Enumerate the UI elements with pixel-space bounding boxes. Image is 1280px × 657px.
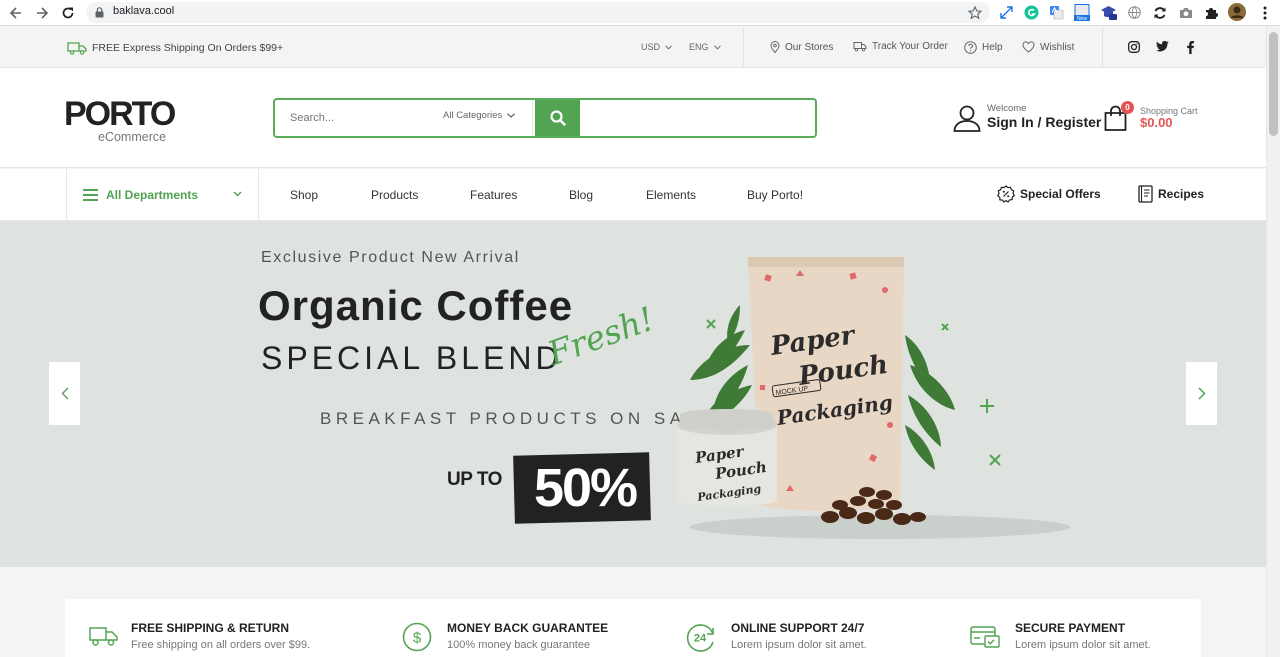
logo[interactable]: PORTO — [64, 96, 176, 132]
truck-icon — [853, 41, 867, 52]
feature-subtitle: 100% money back guarantee — [447, 639, 591, 651]
expand-icon[interactable] — [998, 4, 1015, 21]
feature-title: FREE SHIPPING & RETURN — [131, 621, 290, 635]
welcome-label: Welcome — [987, 103, 1027, 114]
chevron-down-icon — [665, 44, 672, 50]
facebook-icon[interactable] — [1187, 41, 1194, 54]
help-link[interactable]: Help — [964, 41, 1003, 54]
wishlist-link[interactable]: Wishlist — [1022, 41, 1074, 53]
recipe-book-icon — [1138, 185, 1153, 203]
recipes-label: Recipes — [1158, 187, 1205, 201]
nav-link-products[interactable]: Products — [371, 188, 418, 202]
svg-text:$: $ — [413, 630, 422, 647]
hero-product-image: Paper Pouch MOCK UP Packaging Paper Pouc… — [660, 245, 1100, 545]
search-input[interactable] — [290, 109, 430, 127]
all-departments-toggle[interactable]: All Departments — [66, 169, 259, 221]
feature-title: SECURE PAYMENT — [1015, 621, 1126, 635]
search-form: All Categories — [273, 98, 817, 138]
heart-icon — [1022, 41, 1035, 53]
bookmark-star-icon[interactable] — [966, 4, 983, 21]
topbar-divider — [743, 27, 744, 68]
twitter-icon[interactable] — [1156, 41, 1169, 52]
nav-link-blog[interactable]: Blog — [569, 188, 593, 202]
forward-icon[interactable] — [32, 3, 52, 23]
language-value: ENG — [689, 42, 709, 52]
feature-subtitle: Free shipping on all orders over $99. — [131, 639, 311, 651]
url-text: baklava.cool — [113, 5, 175, 17]
svg-text:24: 24 — [694, 633, 707, 645]
lock-icon — [95, 7, 104, 18]
help-icon — [964, 41, 977, 54]
all-departments-label: All Departments — [106, 188, 199, 202]
globe-icon[interactable] — [1126, 4, 1143, 21]
hero-subtitle: SPECIAL BLEND — [261, 340, 563, 376]
hero-title: Organic Coffee — [258, 282, 574, 329]
nav-link-elements[interactable]: Elements — [646, 188, 696, 202]
grammarly-icon[interactable] — [1023, 4, 1040, 21]
track-order-link[interactable]: Track Your Order — [853, 41, 948, 52]
sign-in-link[interactable]: Sign In / Register — [987, 114, 1101, 130]
credit-card-icon — [970, 626, 1000, 648]
hero-sale-text: BREAKFAST PRODUCTS ON SALE — [320, 409, 716, 428]
special-offers-link[interactable]: Special Offers — [997, 185, 1101, 203]
chevron-down-icon — [713, 44, 721, 50]
language-select[interactable]: ENG — [689, 42, 721, 52]
map-pin-icon — [770, 41, 780, 53]
camera-icon[interactable] — [1177, 4, 1194, 21]
chevron-down-icon — [507, 113, 516, 118]
slider-prev-button[interactable] — [49, 362, 80, 425]
extensions-puzzle-icon[interactable] — [1202, 4, 1219, 21]
hero-kicker: Exclusive Product New Arrival — [261, 249, 520, 266]
back-icon[interactable] — [6, 3, 26, 23]
nav-link-features[interactable]: Features — [470, 188, 517, 202]
category-value: All Categories — [443, 110, 503, 121]
discount-badge-icon — [997, 185, 1015, 203]
free-shipping-text: FREE Express Shipping On Orders $99+ — [92, 42, 284, 54]
cart-count-badge: 0 — [1121, 101, 1134, 114]
search-button[interactable] — [535, 100, 580, 136]
logo-tagline: eCommerce — [98, 130, 167, 144]
slider-next-button[interactable] — [1186, 362, 1217, 425]
our-stores-link[interactable]: Our Stores — [770, 41, 833, 53]
user-icon[interactable] — [953, 104, 981, 132]
translate-icon[interactable] — [1048, 4, 1065, 21]
search-divider — [532, 100, 533, 136]
cart-total[interactable]: $0.00 — [1140, 115, 1173, 130]
graduation-cap-icon[interactable] — [1100, 4, 1117, 21]
browser-menu-icon[interactable] — [1256, 4, 1273, 21]
special-offers-label: Special Offers — [1020, 187, 1101, 201]
chevron-down-icon — [233, 191, 242, 197]
reload-icon[interactable] — [58, 3, 78, 23]
search-icon — [549, 110, 566, 126]
instagram-icon[interactable] — [1128, 41, 1140, 53]
profile-avatar-icon[interactable] — [1228, 3, 1246, 21]
recipes-link[interactable]: Recipes — [1138, 185, 1204, 203]
topbar-divider — [1102, 27, 1103, 68]
chevron-left-icon — [60, 387, 69, 400]
address-bar[interactable] — [86, 2, 990, 23]
nav-link-shop[interactable]: Shop — [290, 188, 318, 202]
scrollbar-thumb[interactable] — [1269, 32, 1278, 136]
currency-select[interactable]: USD — [641, 42, 672, 52]
hero-percent: 50% — [533, 458, 638, 518]
feature-subtitle: Lorem ipsum dolor sit amet. — [1015, 639, 1151, 651]
truck-icon — [89, 625, 118, 647]
feature-subtitle: Lorem ipsum dolor sit amet. — [731, 639, 867, 651]
feature-title: ONLINE SUPPORT 24/7 — [731, 621, 865, 635]
support-24-icon: 24 — [686, 622, 716, 652]
sync-icon[interactable] — [1151, 4, 1168, 21]
chevron-right-icon — [1197, 387, 1206, 400]
feature-title: MONEY BACK GUARANTEE — [447, 621, 609, 635]
free-shipping-notice: FREE Express Shipping On Orders $99+ — [67, 41, 283, 55]
category-select[interactable]: All Categories — [443, 110, 516, 121]
money-icon: $ — [402, 622, 432, 652]
truck-icon — [67, 41, 87, 55]
currency-value: USD — [641, 42, 661, 52]
hero-upto-label: UP TO — [447, 469, 502, 490]
nav-link-buy-porto[interactable]: Buy Porto! — [747, 188, 803, 202]
news-extension-icon[interactable]: New — [1073, 4, 1090, 21]
menu-icon — [83, 189, 98, 201]
svg-text:New: New — [1076, 16, 1086, 21]
